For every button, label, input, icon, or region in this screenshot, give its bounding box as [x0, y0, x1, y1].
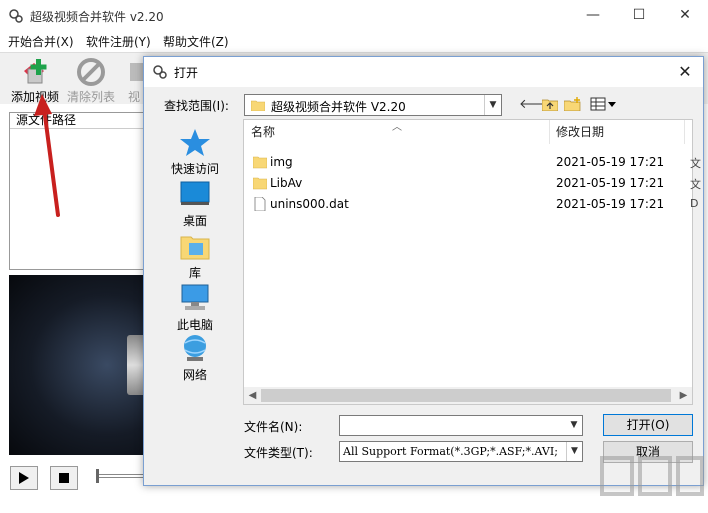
- main-window-title: 超级视频合并软件 v2.20: [30, 10, 164, 24]
- clear-list-icon: [77, 58, 105, 86]
- clear-list-button[interactable]: 清除列表: [62, 55, 120, 104]
- star-icon: [180, 129, 210, 156]
- chevron-down-icon[interactable]: ▼: [566, 442, 582, 461]
- minimize-button[interactable]: —: [570, 0, 616, 30]
- place-label: 此电脑: [176, 318, 213, 332]
- lookin-combo[interactable]: 超级视频合并软件 V2.20 ▼: [244, 94, 502, 116]
- chevron-down-icon[interactable]: ▼: [484, 95, 501, 115]
- scroll-thumb[interactable]: [261, 389, 671, 402]
- document-icon: [254, 197, 266, 211]
- place-network[interactable]: 网络: [164, 333, 226, 383]
- place-label: 快速访问: [170, 162, 219, 176]
- column-header-date[interactable]: 修改日期: [556, 120, 604, 144]
- close-button[interactable]: ✕: [662, 0, 708, 30]
- stop-button[interactable]: [50, 466, 78, 490]
- file-name: img: [270, 155, 293, 169]
- file-date: 2021-05-19 17:21: [556, 197, 665, 211]
- folder-icon: [253, 156, 267, 169]
- file-row[interactable]: img 2021-05-19 17:21 文: [244, 152, 701, 173]
- place-this-pc[interactable]: 此电脑: [164, 283, 226, 333]
- video-tool-icon: [130, 63, 144, 81]
- lookin-label: 查找范围(I):: [164, 99, 229, 113]
- main-titlebar: 超级视频合并软件 v2.20 — ☐ ✕: [0, 0, 708, 30]
- place-label: 网络: [182, 368, 207, 382]
- app-icon: [9, 9, 23, 23]
- menu-help[interactable]: 帮助文件(Z): [163, 33, 229, 50]
- network-icon: [184, 335, 206, 361]
- places-bar: 快速访问 桌面 库 此电脑 网络: [164, 121, 226, 401]
- horizontal-scrollbar[interactable]: ◀ ▶: [244, 387, 692, 404]
- add-video-icon: [24, 59, 47, 84]
- view-menu-icon[interactable]: [589, 97, 617, 113]
- file-row[interactable]: LibAv 2021-05-19 17:21 文: [244, 173, 701, 194]
- dialog-titlebar: 打开 ✕: [144, 57, 703, 87]
- file-type-clipped: D: [690, 197, 699, 210]
- play-button[interactable]: [10, 466, 38, 490]
- file-type-clipped: 文: [690, 157, 701, 170]
- filetype-label: 文件类型(T):: [244, 446, 313, 460]
- annotation-arrow-icon: [34, 94, 60, 217]
- desktop-icon: [180, 181, 210, 205]
- chevron-down-icon[interactable]: ▼: [566, 416, 582, 435]
- place-label: 库: [188, 266, 201, 280]
- computer-icon: [181, 284, 209, 310]
- scroll-left-icon[interactable]: ◀: [244, 387, 261, 404]
- menu-start-merge[interactable]: 开始合并(X): [8, 33, 74, 50]
- lookin-value: 超级视频合并软件 V2.20: [271, 100, 406, 114]
- filename-input[interactable]: [339, 415, 583, 436]
- file-date: 2021-05-19 17:21: [556, 155, 665, 169]
- back-arrow-icon[interactable]: 🡐: [519, 97, 554, 113]
- place-desktop[interactable]: 桌面: [164, 179, 226, 229]
- new-folder-icon[interactable]: [563, 97, 582, 113]
- menu-register[interactable]: 软件注册(Y): [86, 33, 151, 50]
- slider-thumb[interactable]: [96, 469, 99, 483]
- open-button[interactable]: 打开(O): [603, 414, 693, 436]
- filename-label: 文件名(N):: [244, 420, 303, 434]
- dialog-title: 打开: [174, 66, 199, 80]
- progress-slider[interactable]: [96, 469, 148, 483]
- place-library[interactable]: 库: [164, 231, 226, 281]
- dialog-app-icon: [153, 65, 167, 79]
- file-name: unins000.dat: [270, 197, 349, 211]
- up-folder-icon[interactable]: [541, 97, 559, 113]
- file-row[interactable]: unins000.dat 2021-05-19 17:21 D: [244, 194, 698, 215]
- sort-up-icon: ︿: [392, 122, 402, 133]
- place-label: 桌面: [182, 214, 207, 228]
- place-quick-access[interactable]: 快速访问: [164, 127, 226, 177]
- filetype-select[interactable]: All Support Format(*.3GP;*.ASF;*.AVI; ▼: [339, 441, 583, 462]
- file-type-clipped: 文: [690, 178, 701, 191]
- library-icon: [180, 236, 210, 260]
- file-name: LibAv: [270, 176, 303, 190]
- stop-icon: [59, 473, 69, 483]
- file-date: 2021-05-19 17:21: [556, 176, 665, 190]
- open-file-dialog: 打开 ✕ 查找范围(I): 超级视频合并软件 V2.20 ▼ 🡐 快速访问 桌面…: [143, 56, 704, 486]
- filetype-value: All Support Format(*.3GP;*.ASF;*.AVI;: [343, 445, 558, 458]
- scroll-right-icon[interactable]: ▶: [675, 387, 692, 404]
- folder-icon: [253, 177, 267, 190]
- dialog-close-button[interactable]: ✕: [667, 57, 703, 87]
- video-preview: [9, 275, 149, 455]
- column-divider[interactable]: [549, 120, 550, 144]
- column-divider[interactable]: [684, 120, 685, 144]
- file-list-view[interactable]: ︿ 名称 修改日期 img 2021-05-19 17:21 文 LibAv 2…: [243, 119, 701, 405]
- menubar: 开始合并(X) 软件注册(Y) 帮助文件(Z): [0, 30, 708, 52]
- clear-list-label: 清除列表: [66, 90, 115, 104]
- play-icon: [19, 472, 29, 484]
- column-header-name[interactable]: 名称: [251, 120, 275, 144]
- third-tool-label: 视: [128, 90, 141, 103]
- folder-icon: [251, 100, 265, 111]
- watermark-logo-icon: [600, 456, 704, 496]
- maximize-button[interactable]: ☐: [616, 0, 662, 30]
- third-tool-button[interactable]: 视: [122, 55, 144, 103]
